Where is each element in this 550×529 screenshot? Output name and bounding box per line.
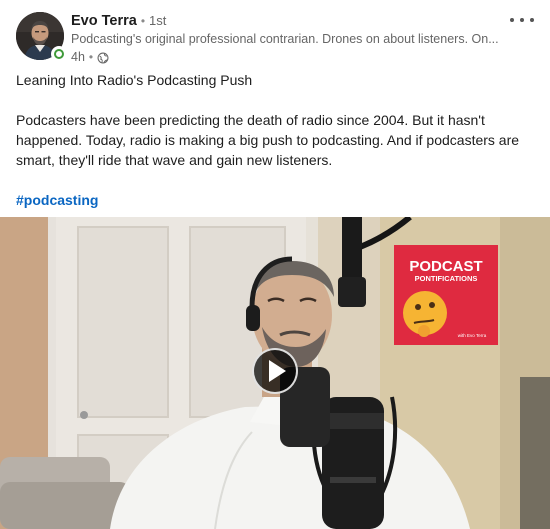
post-body: Podcasters have been predicting the deat… <box>16 112 520 168</box>
author-name[interactable]: Evo Terra <box>71 12 137 30</box>
feed-post: Evo Terra • 1st Podcasting's original pr… <box>0 0 550 529</box>
author-headline: Podcasting's original professional contr… <box>71 32 499 46</box>
sign-line-1: PODCAST <box>409 258 482 275</box>
bullet-separator: • <box>88 50 94 64</box>
globe-icon <box>97 52 109 63</box>
dot-icon <box>530 18 534 22</box>
play-button[interactable] <box>252 348 298 394</box>
sign-line-2: PONTIFICATIONS <box>415 274 478 283</box>
dot-icon <box>510 18 514 22</box>
connection-degree: 1st <box>149 13 167 28</box>
author-info: Evo Terra • 1st Podcasting's original pr… <box>71 12 501 66</box>
post-text: Leaning Into Radio's Podcasting Push Pod… <box>16 70 536 210</box>
online-status-icon <box>51 46 67 62</box>
post-title: Leaning Into Radio's Podcasting Push <box>16 72 253 88</box>
sign-small: with Evo Terra <box>458 333 487 338</box>
author-avatar[interactable] <box>16 12 67 62</box>
post-time: 4h <box>71 50 85 64</box>
more-options-button[interactable] <box>510 14 534 26</box>
hashtag-link[interactable]: #podcasting <box>16 192 98 208</box>
play-icon <box>269 360 286 382</box>
dot-icon <box>520 18 524 22</box>
bullet-separator: • <box>140 14 146 28</box>
